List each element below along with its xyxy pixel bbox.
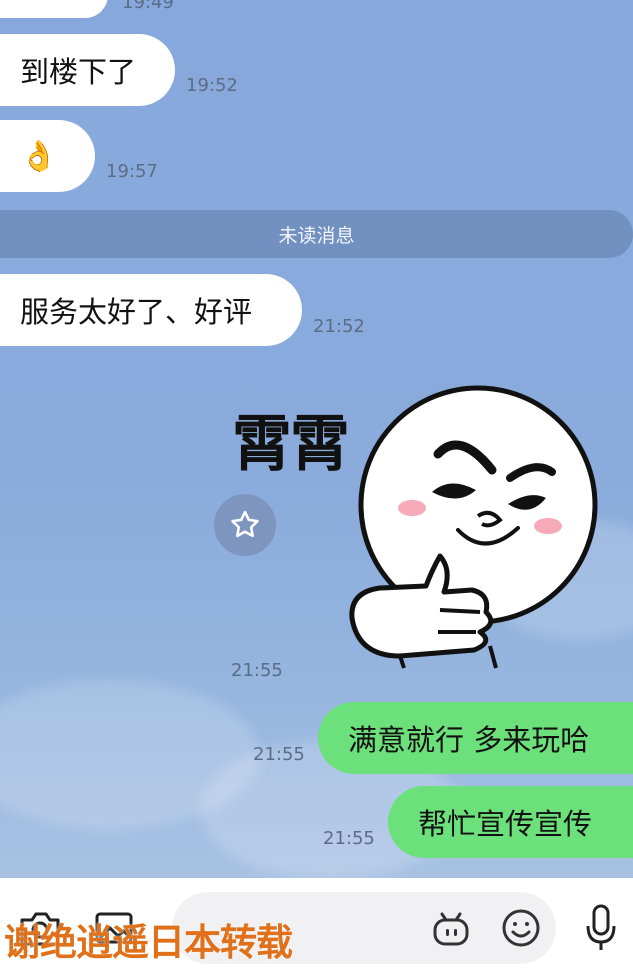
emoji-icon	[502, 909, 540, 947]
message-time: 19:52	[186, 75, 238, 96]
message-bubble-incoming[interactable]: 👌	[0, 120, 95, 192]
star-icon	[231, 510, 259, 538]
watermark-text: 谢绝逍遥日本转载	[4, 921, 293, 964]
message-bubble-partial[interactable]	[0, 0, 108, 18]
message-text: 满意就行 多来玩哈	[348, 723, 590, 757]
emoji-button[interactable]	[496, 904, 546, 952]
message-time: 21:52	[313, 316, 365, 337]
message-bubble-incoming[interactable]: 到楼下了	[0, 34, 175, 106]
favorite-sticker-button[interactable]	[214, 494, 276, 556]
thumbs-up-sticker[interactable]	[340, 380, 610, 670]
message-time: 21:55	[323, 828, 375, 849]
chat-area: 19:49 到楼下了 19:52 👌 19:57 未读消息 服务太好了、好评 2…	[0, 0, 633, 878]
bot-icon	[433, 912, 469, 946]
unread-divider: 未读消息	[0, 210, 633, 258]
message-time: 21:55	[253, 744, 305, 765]
message-time: 19:57	[106, 161, 158, 182]
bot-button[interactable]	[426, 904, 476, 952]
message-bubble-outgoing[interactable]: 满意就行 多来玩哈	[318, 702, 633, 774]
voice-button[interactable]	[576, 900, 626, 956]
ok-hand-emoji: 👌	[20, 138, 58, 174]
message-bubble-incoming[interactable]: 服务太好了、好评	[0, 274, 302, 346]
message-time: 21:55	[231, 660, 283, 681]
message-text: 服务太好了、好评	[20, 295, 253, 329]
message-text: 到楼下了	[20, 55, 137, 89]
microphone-icon	[586, 904, 616, 950]
message-time: 19:49	[122, 0, 174, 13]
unread-label: 未读消息	[278, 224, 355, 247]
message-text: 帮忙宣传宣传	[418, 807, 593, 841]
sticker-caption: 霄霄	[232, 410, 350, 480]
message-bubble-outgoing[interactable]: 帮忙宣传宣传	[388, 786, 633, 858]
